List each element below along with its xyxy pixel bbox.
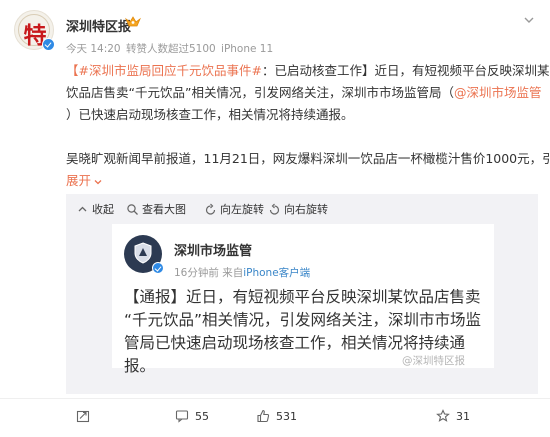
rotate-left-icon <box>205 203 216 215</box>
post-line-2: 饮品店售卖“千元饮品”相关情况，引发网络关注，深圳市市场监管局（@深圳市场监管 <box>66 82 541 104</box>
expand-chevron-icon[interactable] <box>93 177 103 187</box>
verified-badge-icon <box>42 38 55 51</box>
view-large-button[interactable]: 查看大图 <box>126 201 186 217</box>
mention-link[interactable]: @深圳市场监管 <box>454 85 542 100</box>
repost-summary: 转赞人数超过5100 <box>125 43 216 55</box>
embedded-screenshot[interactable]: 深圳市场监管 16分钟前 来自iPhone客户端 【通报】近日，有短视频平台反映… <box>112 224 494 375</box>
expand-link[interactable]: 展开 <box>66 173 91 188</box>
media-preview-box: 收起 查看大图 向左旋转 向右旋转 深圳市场监管 16分钟前 来自iPhone客… <box>66 194 538 394</box>
rotate-right-button[interactable]: 向右旋转 <box>268 201 328 217</box>
collapse-icon <box>78 206 87 211</box>
comment-icon <box>175 410 189 423</box>
inner-source: iPhone客户端 <box>243 267 311 279</box>
view-large-label: 查看大图 <box>142 203 186 216</box>
action-bar: 55 531 31 <box>0 398 550 437</box>
inner-line: “千元饮品”相关情况，引发网络关注，深圳市市场监 <box>124 311 482 329</box>
repost-button[interactable] <box>76 409 96 423</box>
post-line-2-text: 饮品店售卖“千元饮品”相关情况，引发网络关注，深圳市市场监管局（ <box>66 85 454 100</box>
post-meta: 今天 14:20 转赞人数超过5100 iPhone 11 <box>66 41 275 56</box>
post-time[interactable]: 今天 14:20 <box>66 43 121 55</box>
post-text: 【#深圳市监局回应千元饮品事件#：已启动核查工作】近日，有短视频平台反映深圳某 … <box>66 60 550 192</box>
collapse-button[interactable]: 收起 <box>76 201 114 217</box>
comment-count: 55 <box>195 409 209 423</box>
zoom-icon <box>127 203 138 215</box>
inner-post-meta: 16分钟前 来自iPhone客户端 <box>174 265 310 280</box>
like-button[interactable]: 531 <box>256 409 297 423</box>
post-line-1-rest: ：已启动核查工作】近日，有短视频平台反映深圳某 <box>261 63 550 78</box>
favorite-button[interactable]: 31 <box>436 409 470 423</box>
favorite-count: 31 <box>456 409 470 423</box>
chevron-down-icon[interactable] <box>523 14 535 26</box>
inner-source-prefix: 来自 <box>222 267 244 279</box>
inner-verified-badge-icon <box>152 262 164 274</box>
shield-icon <box>134 242 152 264</box>
member-crown-icon[interactable] <box>125 15 141 29</box>
inner-line: 【通报】近日，有短视频平台反映深圳某饮品店售卖 <box>124 288 481 306</box>
post-device: iPhone 11 <box>221 43 274 55</box>
image-watermark: @深圳特区报 <box>402 355 465 367</box>
rotate-right-label: 向右旋转 <box>284 203 328 216</box>
comment-button[interactable]: 55 <box>175 409 209 423</box>
inner-author-name: 深圳市场监管 <box>174 244 253 259</box>
post-line-3: ）已快速启动现场核查工作，相关情况将持续通报。 <box>66 107 354 122</box>
inner-post-time: 16分钟前 <box>174 267 219 279</box>
inner-line: 管局已快速启动现场核查工作，相关情况将持续通 <box>124 334 466 352</box>
star-icon <box>436 409 450 422</box>
like-count: 531 <box>276 409 297 423</box>
rotate-right-icon <box>269 203 280 215</box>
repost-icon <box>76 410 90 423</box>
post-paragraph-2: 吴晓旷观新闻早前报道，11月21日，网友爆料深圳一饮品店一杯橄榄汁售价1000元… <box>66 151 550 166</box>
hashtag-link[interactable]: #深圳市监局回应千元饮品事件# <box>79 63 262 78</box>
thumbs-up-icon <box>257 409 270 423</box>
author-name[interactable]: 深圳特区报 <box>66 16 131 35</box>
weibo-card: 特 深圳特区报 今天 14:20 转赞人数超过5100 iPhone 11 【#… <box>0 0 550 437</box>
media-toolbar: 收起 查看大图 向左旋转 向右旋转 <box>66 201 538 219</box>
collapse-label: 收起 <box>92 203 114 216</box>
expand-row: 展开 <box>66 170 538 192</box>
post-line-1: 【#深圳市监局回应千元饮品事件#：已启动核查工作】近日，有短视频平台反映深圳某 <box>66 63 550 78</box>
rotate-left-button[interactable]: 向左旋转 <box>204 201 264 217</box>
rotate-left-label: 向左旋转 <box>220 203 264 216</box>
